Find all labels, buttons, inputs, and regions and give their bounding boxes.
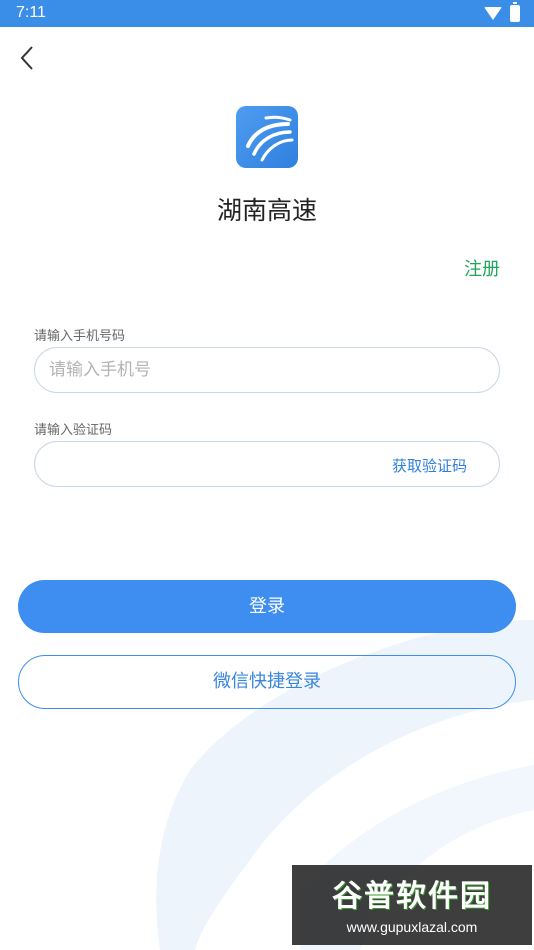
app-logo-icon (236, 106, 298, 168)
back-button[interactable] (12, 42, 44, 74)
watermark-url: www.gupuxlazal.com (346, 919, 478, 935)
get-code-button[interactable]: 获取验证码 (392, 455, 467, 476)
code-label: 请输入验证码 (34, 423, 113, 438)
status-bar: 7:11 (0, 0, 534, 27)
phone-input[interactable] (47, 348, 371, 392)
chevron-left-icon (20, 46, 33, 70)
app-title: 湖南高速 (216, 196, 317, 225)
status-time: 7:11 (16, 4, 46, 21)
battery-icon (510, 2, 520, 22)
wifi-icon (484, 7, 502, 20)
register-link[interactable]: 注册 (464, 255, 500, 281)
login-button[interactable]: 登录 (18, 580, 516, 633)
phone-field-box (34, 347, 500, 393)
watermark-title: 谷普软件园 (332, 879, 492, 914)
phone-label: 请输入手机号码 (34, 329, 126, 344)
code-input[interactable] (47, 442, 371, 486)
wechat-login-button[interactable]: 微信快捷登录 (18, 655, 516, 709)
status-icons (484, 2, 520, 22)
code-field-box: 获取验证码 (34, 441, 500, 487)
watermark: 谷普软件园 www.gupuxlazal.com (292, 865, 532, 945)
